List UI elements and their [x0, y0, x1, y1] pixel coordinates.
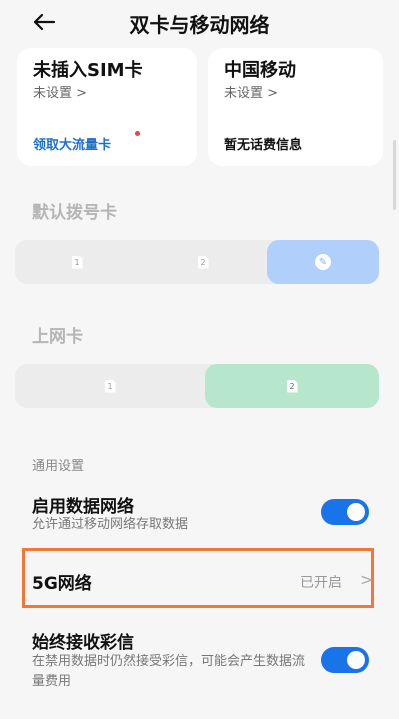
mms-subtitle: 在禁用数据时仍然接受彩信，可能会产生数据流量费用 [32, 654, 306, 689]
scrollbar[interactable] [393, 140, 396, 210]
mms-title: 始终接收彩信 [32, 633, 134, 653]
header: 双卡与移动网络 [0, 0, 399, 44]
mobile-data-toggle[interactable] [321, 499, 369, 525]
sim-2-icon: 2 [286, 379, 298, 393]
sim-1-icon: 1 [71, 255, 83, 269]
data-card-title: 上网卡 [32, 327, 83, 347]
toggle-knob [347, 503, 365, 521]
get-data-card-link[interactable]: 领取大流量卡 [33, 134, 111, 153]
default-dial-option-ask[interactable]: ✎ [267, 240, 379, 284]
sim-1-icon: 1 [104, 379, 116, 393]
notification-dot [135, 131, 140, 136]
sim-card-2-name: 中国移动 [224, 60, 296, 81]
mms-toggle[interactable] [321, 647, 369, 673]
sim-card-1[interactable]: 未插入SIM卡 未设置 > 领取大流量卡 [17, 48, 197, 166]
sim-2-icon: 2 [197, 255, 209, 269]
sim-card-1-name: 未插入SIM卡 [33, 60, 143, 81]
network-5g-title[interactable]: 5G网络 [32, 569, 92, 594]
data-card-option-1[interactable]: 1 [15, 364, 205, 408]
page-title: 双卡与移动网络 [129, 13, 270, 37]
general-settings-label: 通用设置 [32, 459, 85, 474]
sim-card-2[interactable]: 中国移动 未设置 > 暂无话费信息 [208, 48, 383, 166]
sim-card-2-status[interactable]: 未设置 > [224, 82, 278, 101]
sim-card-1-status[interactable]: 未设置 > [33, 82, 87, 101]
mobile-data-title: 启用数据网络 [32, 497, 134, 517]
default-dial-selector: 1 2 ✎ [15, 240, 379, 284]
toggle-knob [347, 651, 365, 669]
balance-info: 暂无话费信息 [224, 138, 303, 153]
edit-circle-icon: ✎ [315, 254, 331, 270]
chevron-right-icon: > [360, 570, 374, 589]
default-dial-title: 默认拨号卡 [32, 203, 117, 223]
mobile-data-subtitle: 允许通过移动网络存取数据 [32, 517, 189, 532]
default-dial-option-1[interactable]: 1 [15, 240, 139, 284]
default-dial-option-2[interactable]: 2 [139, 240, 267, 284]
data-card-option-2[interactable]: 2 [205, 364, 379, 408]
network-5g-value: 已开启 [300, 575, 342, 591]
data-card-selector: 1 2 [15, 364, 379, 408]
